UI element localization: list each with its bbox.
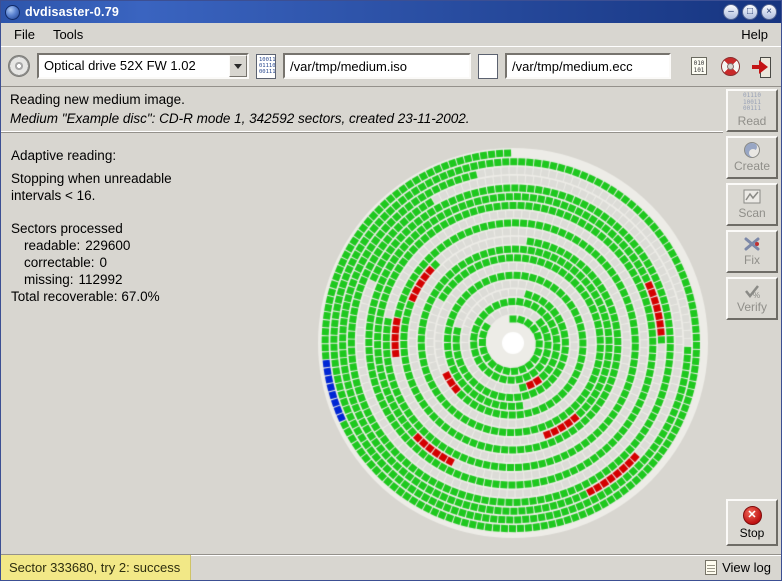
prefs-icon-line: 101	[693, 67, 705, 74]
menu-bar: File Tools Help	[1, 23, 781, 46]
content-area: Reading new medium image. Medium "Exampl…	[1, 87, 781, 554]
readable-label: readable:	[24, 238, 80, 253]
fix-tools-icon	[743, 236, 761, 252]
reading-area: Adaptive reading: Stopping when unreadab…	[1, 133, 723, 554]
fix-button[interactable]: Fix	[726, 230, 778, 273]
status-line-medium: Medium "Example disc": CD-R mode 1, 3425…	[10, 111, 714, 126]
title-bar[interactable]: dvdisaster-0.79 – □ ×	[1, 1, 781, 23]
stop-button-label: Stop	[740, 526, 765, 540]
svg-text:%: %	[753, 291, 760, 299]
exit-door-icon	[751, 57, 771, 76]
stop-icon: ✕	[743, 506, 762, 525]
action-sidebar: 01110 10011 00111 Read Create Scan	[723, 87, 781, 554]
iso-icon-line: 10011	[259, 57, 274, 63]
adaptive-reading-info: Adaptive reading: Stopping when unreadab…	[11, 147, 172, 305]
yin-yang-icon	[744, 142, 760, 158]
close-button[interactable]: ×	[761, 4, 777, 20]
status-bar: Sector 333680, try 2: success View log	[1, 554, 781, 580]
prefs-icon-line: 010	[693, 60, 705, 67]
stop-rule-line1: Stopping when unreadable	[11, 170, 172, 187]
verify-button-label: Verify	[737, 300, 767, 314]
view-log-button[interactable]: View log	[695, 555, 781, 580]
iso-icon-line: 00111	[259, 69, 274, 75]
stop-rule-line2: intervals < 16.	[11, 187, 172, 204]
scan-button-label: Scan	[738, 206, 765, 220]
verify-button[interactable]: % Verify	[726, 277, 778, 320]
minimize-button[interactable]: –	[723, 4, 739, 20]
read-icon-line: 00111	[743, 106, 761, 113]
missing-label: missing:	[24, 272, 74, 287]
spacer	[191, 555, 695, 580]
missing-value: 112992	[79, 272, 123, 287]
toolbar-right-buttons: 010 101	[688, 54, 774, 78]
ecc-file-icon	[478, 54, 498, 79]
read-button[interactable]: 01110 10011 00111 Read	[726, 89, 778, 132]
iso-image-icon: 10011 01110 00111	[256, 54, 276, 79]
menu-file[interactable]: File	[5, 25, 44, 44]
adaptive-reading-heading: Adaptive reading:	[11, 147, 172, 164]
optical-drive-icon	[8, 55, 30, 77]
window-title: dvdisaster-0.79	[25, 5, 119, 19]
chevron-down-icon	[234, 64, 242, 73]
verify-check-icon: %	[743, 283, 761, 299]
binary-prefs-icon: 010 101	[691, 57, 707, 75]
menu-help[interactable]: Help	[732, 25, 777, 44]
sectors-missing-row: missing: 112992	[11, 271, 172, 288]
total-recoverable-row: Total recoverable: 67.0%	[11, 288, 172, 305]
status-message: Sector 333680, try 2: success	[1, 555, 191, 580]
life-ring-icon	[721, 57, 740, 76]
left-column: Reading new medium image. Medium "Exampl…	[1, 87, 723, 554]
spacer	[11, 204, 172, 220]
sector-spiral	[305, 135, 721, 551]
preferences-button[interactable]: 010 101	[688, 54, 710, 78]
scan-chart-icon	[743, 189, 761, 205]
quit-button[interactable]	[750, 54, 772, 78]
total-recoverable-label: Total recoverable:	[11, 289, 118, 304]
scan-button[interactable]: Scan	[726, 183, 778, 226]
read-button-label: Read	[738, 114, 767, 128]
log-icon	[705, 560, 717, 575]
menu-tools[interactable]: Tools	[44, 25, 92, 44]
binary-read-icon: 01110 10011 00111	[743, 93, 761, 113]
total-recoverable-value: 67.0%	[121, 289, 159, 304]
readable-value: 229600	[85, 238, 130, 253]
help-button[interactable]	[719, 54, 741, 78]
status-line-action: Reading new medium image.	[10, 92, 714, 107]
iso-path-input[interactable]	[283, 53, 471, 79]
fix-button-label: Fix	[744, 253, 760, 267]
app-icon	[5, 5, 20, 20]
sectors-correctable-row: correctable: 0	[11, 254, 172, 271]
ecc-path-input[interactable]	[505, 53, 671, 79]
drive-select-value: Optical drive 52X FW 1.02	[39, 55, 229, 77]
stop-button[interactable]: ✕ Stop	[726, 499, 778, 546]
toolbar: Optical drive 52X FW 1.02 10011 01110 00…	[1, 46, 781, 87]
maximize-button[interactable]: □	[742, 4, 758, 20]
drive-select[interactable]: Optical drive 52X FW 1.02	[37, 53, 249, 79]
sectors-readable-row: readable: 229600	[11, 237, 172, 254]
correctable-label: correctable:	[24, 255, 95, 270]
sectors-processed-heading: Sectors processed	[11, 220, 172, 237]
app-window: dvdisaster-0.79 – □ × File Tools Help Op…	[0, 0, 782, 581]
create-button-label: Create	[734, 159, 770, 173]
correctable-value: 0	[100, 255, 108, 270]
drive-select-arrow[interactable]	[229, 55, 247, 77]
window-controls: – □ ×	[723, 4, 777, 20]
iso-icon-line: 01110	[259, 63, 274, 69]
status-panel: Reading new medium image. Medium "Exampl…	[1, 87, 723, 133]
view-log-label: View log	[722, 560, 771, 575]
create-button[interactable]: Create	[726, 136, 778, 179]
